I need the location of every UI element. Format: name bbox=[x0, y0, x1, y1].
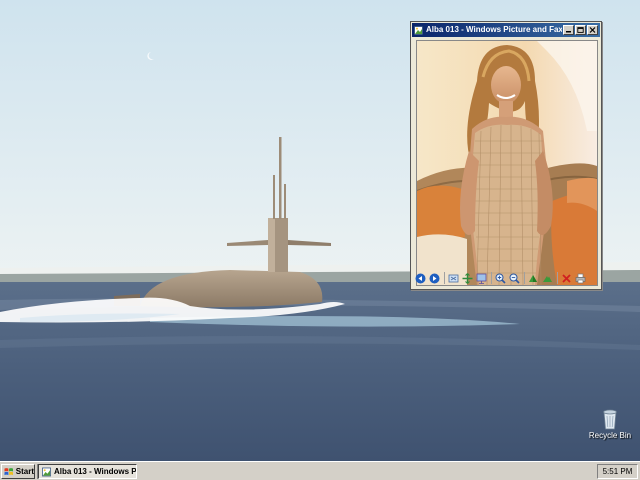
minimize-icon bbox=[566, 31, 571, 33]
image-display-area[interactable] bbox=[416, 40, 598, 286]
best-fit-icon bbox=[448, 274, 459, 282]
picture-viewer-app-icon bbox=[42, 467, 51, 476]
start-label: Start bbox=[15, 467, 34, 476]
actual-size-icon bbox=[462, 272, 473, 284]
slideshow-icon bbox=[476, 273, 487, 284]
print-icon bbox=[575, 273, 586, 283]
recycle-bin-shortcut[interactable]: Recycle Bin bbox=[588, 408, 632, 448]
maximize-button[interactable] bbox=[575, 25, 586, 35]
minimize-button[interactable] bbox=[563, 25, 574, 35]
rotate-counterclockwise-button[interactable] bbox=[542, 273, 553, 284]
recycle-bin-icon bbox=[603, 409, 617, 430]
toolbar-separator bbox=[557, 272, 558, 284]
rotate-counterclockwise-icon bbox=[543, 275, 552, 282]
delete-icon bbox=[562, 273, 571, 283]
zoom-out-button[interactable] bbox=[509, 273, 520, 284]
rotate-clockwise-button[interactable] bbox=[528, 273, 539, 284]
windows-logo-icon bbox=[4, 467, 13, 475]
toolbar-separator bbox=[444, 272, 445, 284]
previous-image-button[interactable] bbox=[415, 273, 426, 284]
previous-image-icon bbox=[415, 273, 426, 283]
viewer-toolbar bbox=[413, 268, 599, 288]
toolbar-separator bbox=[524, 272, 525, 284]
rotate-clockwise-icon bbox=[529, 274, 537, 282]
delete-button[interactable] bbox=[561, 273, 572, 284]
taskbar-item-picture-viewer[interactable]: Alba 013 - Windows Pi... bbox=[38, 464, 137, 479]
taskbar-item-label: Alba 013 - Windows Pi... bbox=[53, 467, 136, 476]
window-titlebar[interactable]: Alba 013 - Windows Picture and Fax V... bbox=[412, 23, 600, 37]
zoom-in-button[interactable] bbox=[495, 273, 506, 284]
clock[interactable]: 5:51 PM bbox=[603, 467, 633, 476]
picture-viewer-window[interactable]: Alba 013 - Windows Picture and Fax V... bbox=[410, 21, 602, 290]
displayed-photo bbox=[417, 41, 597, 285]
system-tray: 5:51 PM bbox=[597, 464, 638, 479]
actual-size-button[interactable] bbox=[462, 272, 473, 284]
zoom-in-icon bbox=[495, 273, 506, 284]
print-button[interactable] bbox=[575, 273, 586, 284]
toolbar-separator bbox=[491, 272, 492, 284]
picture-viewer-app-icon bbox=[414, 25, 423, 35]
next-image-icon bbox=[429, 273, 440, 283]
maximize-icon bbox=[577, 27, 584, 33]
close-icon bbox=[589, 27, 596, 33]
best-fit-button[interactable] bbox=[448, 273, 459, 284]
close-button[interactable] bbox=[587, 25, 598, 35]
next-image-button[interactable] bbox=[429, 273, 440, 284]
start-button[interactable]: Start bbox=[1, 464, 35, 479]
recycle-bin-label: Recycle Bin bbox=[588, 431, 632, 440]
window-title: Alba 013 - Windows Picture and Fax V... bbox=[426, 25, 562, 34]
zoom-out-icon bbox=[509, 273, 520, 284]
taskbar: Start Alba 013 - Windows Pi... 5:51 PM bbox=[0, 461, 640, 480]
slideshow-button[interactable] bbox=[476, 273, 487, 284]
